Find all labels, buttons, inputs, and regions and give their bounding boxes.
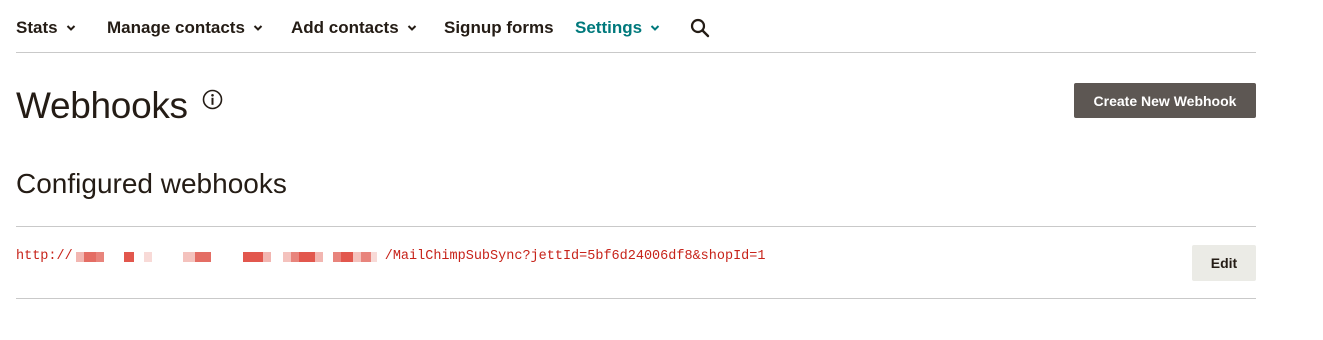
- chevron-down-icon: [253, 25, 263, 31]
- divider: [16, 298, 1256, 299]
- edit-webhook-button[interactable]: Edit: [1192, 245, 1256, 281]
- search-icon[interactable]: [690, 18, 710, 38]
- nav-item-add-contacts[interactable]: Add contacts: [291, 17, 417, 39]
- webhook-url-path: /MailChimpSubSync?jettId=5bf6d24006df8&s…: [384, 249, 766, 264]
- page-title: Webhooks: [16, 85, 188, 126]
- nav-item-label: Signup forms: [444, 18, 554, 37]
- webhook-url-prefix: http://: [16, 249, 73, 264]
- nav-item-label: Settings: [575, 18, 643, 37]
- nav-item-label: Add contacts: [291, 18, 399, 37]
- divider: [16, 226, 1256, 227]
- chevron-down-icon: [650, 25, 660, 31]
- nav-item-label: Stats: [16, 18, 58, 37]
- create-new-webhook-button[interactable]: Create New Webhook: [1074, 83, 1256, 118]
- top-nav: Stats Manage contacts Add contacts Signu…: [16, 0, 1256, 53]
- nav-item-settings[interactable]: Settings: [575, 17, 660, 39]
- section-title: Configured webhooks: [16, 168, 287, 199]
- info-icon[interactable]: [202, 89, 223, 110]
- nav-item-manage-contacts[interactable]: Manage contacts: [107, 17, 263, 39]
- nav-item-label: Manage contacts: [107, 18, 245, 37]
- chevron-down-icon: [66, 25, 75, 31]
- nav-item-signup-forms[interactable]: Signup forms: [444, 17, 554, 39]
- chevron-down-icon: [407, 25, 416, 31]
- webhook-url: http:// /MailChimpSubSync?jettId=5bf6d24…: [16, 249, 765, 264]
- nav-item-stats[interactable]: Stats: [16, 17, 76, 39]
- redacted-host: [73, 250, 385, 264]
